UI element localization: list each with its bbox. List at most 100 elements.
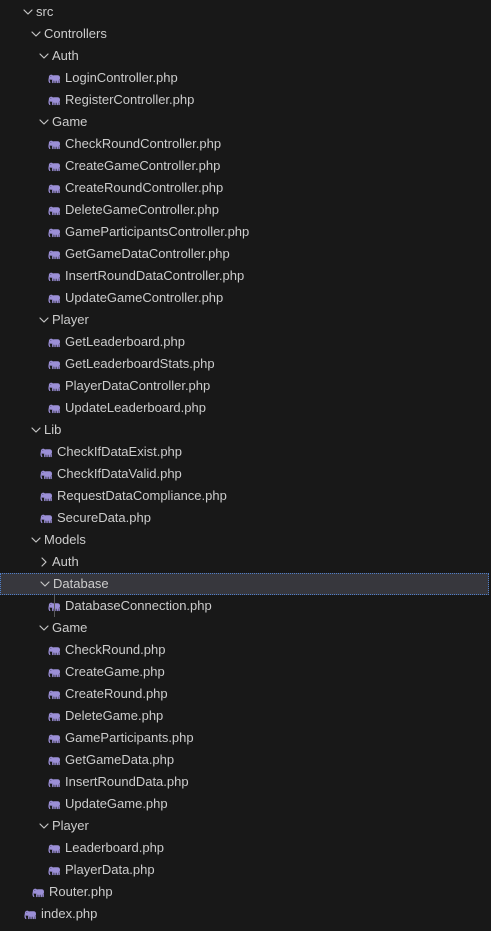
chevron-down-icon[interactable]	[36, 45, 52, 67]
file-item-index[interactable]: index.php	[0, 903, 489, 925]
folder-item-src[interactable]: src	[0, 1, 489, 23]
file-item-getleaderboardstats[interactable]: GetLeaderboardStats.php	[0, 353, 489, 375]
folder-item-game[interactable]: Game	[0, 111, 489, 133]
file-item-leaderboard[interactable]: Leaderboard.php	[0, 837, 489, 859]
file-label: CreateGame.php	[65, 664, 165, 679]
php-elephant-icon	[46, 353, 62, 375]
folder-item-database[interactable]: Database	[0, 573, 489, 595]
chevron-down-icon[interactable]	[36, 111, 52, 133]
file-item-router[interactable]: Router.php	[0, 881, 489, 903]
file-item-creategamecontroller[interactable]: CreateGameController.php	[0, 155, 489, 177]
folder-label: Player	[52, 818, 89, 833]
file-item-playerdata[interactable]: PlayerData.php	[0, 859, 489, 881]
php-elephant-icon	[30, 881, 46, 903]
php-elephant-icon	[46, 133, 62, 155]
file-item-securedata[interactable]: SecureData.php	[0, 507, 489, 529]
file-label: GameParticipantsController.php	[65, 224, 250, 239]
file-item-checkround[interactable]: CheckRound.php	[0, 639, 489, 661]
folder-item-game[interactable]: Game	[0, 617, 489, 639]
file-label: DatabaseConnection.php	[65, 598, 212, 613]
file-item-requestdatacompliance[interactable]: RequestDataCompliance.php	[0, 485, 489, 507]
folder-item-models[interactable]: Models	[0, 529, 489, 551]
folder-item-lib[interactable]: Lib	[0, 419, 489, 441]
file-label: CreateGameController.php	[65, 158, 221, 173]
php-elephant-icon	[46, 331, 62, 353]
file-item-checkroundcontroller[interactable]: CheckRoundController.php	[0, 133, 489, 155]
file-item-updategamecontroller[interactable]: UpdateGameController.php	[0, 287, 489, 309]
file-item-creategame[interactable]: CreateGame.php	[0, 661, 489, 683]
php-elephant-icon	[46, 793, 62, 815]
folder-item-auth[interactable]: Auth	[0, 551, 489, 573]
php-elephant-icon	[46, 67, 62, 89]
file-item-checkifdataexist[interactable]: CheckIfDataExist.php	[0, 441, 489, 463]
chevron-down-icon[interactable]	[37, 573, 53, 595]
file-label: DeleteGameController.php	[65, 202, 219, 217]
folder-item-controllers[interactable]: Controllers	[0, 23, 489, 45]
php-elephant-icon	[22, 903, 38, 925]
chevron-down-icon[interactable]	[28, 529, 44, 551]
indent-guide	[54, 595, 55, 617]
file-label: RequestDataCompliance.php	[57, 488, 227, 503]
file-label: PlayerDataController.php	[65, 378, 211, 393]
file-item-gameparticipants[interactable]: GameParticipants.php	[0, 727, 489, 749]
file-explorer-tree: src Controllers Auth LoginController.php Reg…	[0, 0, 491, 931]
chevron-down-icon[interactable]	[36, 617, 52, 639]
php-elephant-icon	[46, 771, 62, 793]
file-item-getgamedata[interactable]: GetGameData.php	[0, 749, 489, 771]
file-label: CreateRound.php	[65, 686, 168, 701]
file-item-insertrounddata[interactable]: InsertRoundData.php	[0, 771, 489, 793]
chevron-right-icon[interactable]	[36, 551, 52, 573]
php-elephant-icon	[46, 837, 62, 859]
php-elephant-icon	[38, 485, 54, 507]
folder-item-player[interactable]: Player	[0, 309, 489, 331]
folder-item-player[interactable]: Player	[0, 815, 489, 837]
folder-item-auth[interactable]: Auth	[0, 45, 489, 67]
folder-label: Game	[52, 620, 88, 635]
php-elephant-icon	[38, 463, 54, 485]
folder-label: Auth	[52, 48, 79, 63]
chevron-down-icon[interactable]	[20, 1, 36, 23]
file-item-getleaderboard[interactable]: GetLeaderboard.php	[0, 331, 489, 353]
file-item-gameparticipantscontroller[interactable]: GameParticipantsController.php	[0, 221, 489, 243]
php-elephant-icon	[46, 89, 62, 111]
file-item-getgamedatacontroller[interactable]: GetGameDataController.php	[0, 243, 489, 265]
folder-label: Player	[52, 312, 89, 327]
chevron-down-icon[interactable]	[28, 23, 44, 45]
file-item-createround[interactable]: CreateRound.php	[0, 683, 489, 705]
file-item-deletegame[interactable]: DeleteGame.php	[0, 705, 489, 727]
php-elephant-icon	[38, 441, 54, 463]
file-item-checkifdatavalid[interactable]: CheckIfDataValid.php	[0, 463, 489, 485]
file-label: UpdateGame.php	[65, 796, 168, 811]
folder-label: src	[36, 4, 54, 19]
file-label: GetLeaderboard.php	[65, 334, 185, 349]
file-item-logincontroller[interactable]: LoginController.php	[0, 67, 489, 89]
folder-label: Database	[53, 576, 109, 591]
file-label: index.php	[41, 906, 98, 921]
php-elephant-icon	[46, 661, 62, 683]
file-label: UpdateLeaderboard.php	[65, 400, 206, 415]
file-label: InsertRoundData.php	[65, 774, 189, 789]
file-item-createroundcontroller[interactable]: CreateRoundController.php	[0, 177, 489, 199]
file-item-databaseconnection[interactable]: DatabaseConnection.php	[0, 595, 489, 617]
php-elephant-icon	[46, 749, 62, 771]
file-item-updategame[interactable]: UpdateGame.php	[0, 793, 489, 815]
chevron-down-icon[interactable]	[36, 309, 52, 331]
file-label: PlayerData.php	[65, 862, 155, 877]
folder-label: Lib	[44, 422, 62, 437]
file-label: GetLeaderboardStats.php	[65, 356, 215, 371]
file-label: InsertRoundDataController.php	[65, 268, 245, 283]
folder-label: Game	[52, 114, 88, 129]
file-label: CheckRound.php	[65, 642, 166, 657]
file-item-deletegamecontroller[interactable]: DeleteGameController.php	[0, 199, 489, 221]
folder-label: Models	[44, 532, 86, 547]
file-label: CheckRoundController.php	[65, 136, 222, 151]
file-item-registercontroller[interactable]: RegisterController.php	[0, 89, 489, 111]
file-item-insertrounddatacontroller[interactable]: InsertRoundDataController.php	[0, 265, 489, 287]
file-item-playerdatacontroller[interactable]: PlayerDataController.php	[0, 375, 489, 397]
file-item-updateleaderboard[interactable]: UpdateLeaderboard.php	[0, 397, 489, 419]
folder-label: Controllers	[44, 26, 107, 41]
php-elephant-icon	[46, 705, 62, 727]
chevron-down-icon[interactable]	[28, 419, 44, 441]
chevron-down-icon[interactable]	[36, 815, 52, 837]
file-label: CheckIfDataValid.php	[57, 466, 182, 481]
